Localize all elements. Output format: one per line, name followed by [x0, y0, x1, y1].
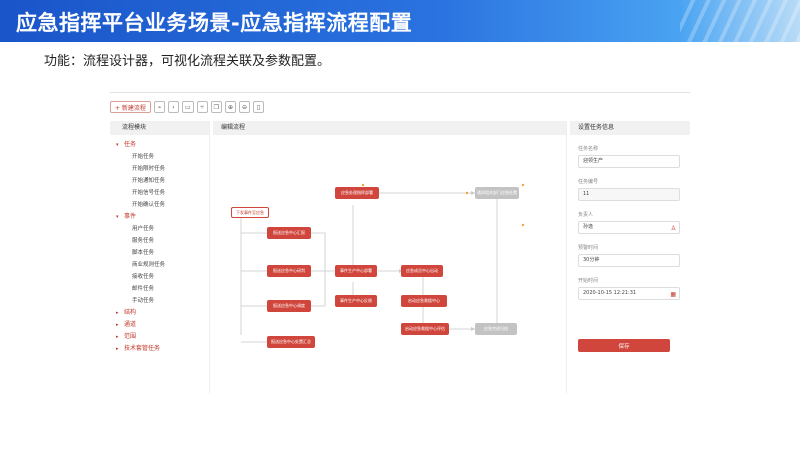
tree-group-task[interactable]: ▾ 任务: [110, 139, 209, 151]
tree-group-scope[interactable]: ▸ 范围: [110, 331, 209, 343]
flow-node-start[interactable]: 下发事件至应急: [231, 207, 269, 218]
task-name-input[interactable]: 迎领生产: [578, 155, 680, 168]
flow-node[interactable]: 启动应急救援中心评估: [401, 323, 449, 335]
task-settings-form: 任务名称 迎领生产 任务编号 11 负责人 孙逸 ♙ 预警时间 30分钟 开始时间…: [578, 135, 680, 300]
task-settings-title: 设置任务信息: [570, 121, 690, 135]
flow-node-disabled[interactable]: 通知相关部门应急处置: [475, 187, 519, 199]
tree-item[interactable]: 开始信号任务: [110, 187, 209, 199]
flow-node[interactable]: 报送应急中心汇报: [267, 227, 311, 239]
slide: 应急指挥平台业务场景-应急指挥流程配置 功能：流程设计器，可视化流程关联及参数配…: [0, 0, 800, 450]
field-label: 预警时间: [578, 245, 599, 251]
banner-decoration: [680, 0, 800, 42]
owner-input[interactable]: 孙逸 ♙: [578, 221, 680, 234]
new-flow-button[interactable]: + 新建流程: [110, 101, 151, 113]
flow-connectors: [235, 183, 525, 343]
tree-item[interactable]: 商业规则任务: [110, 259, 209, 271]
field-label: 负责人: [578, 212, 594, 218]
calendar-icon[interactable]: ▦: [670, 289, 676, 300]
tree-group-structure[interactable]: ▸ 结构: [110, 307, 209, 319]
chevron-right-icon: ▸: [116, 310, 119, 316]
save-button[interactable]: 保存: [578, 339, 670, 352]
tree-group-channel[interactable]: ▸ 通道: [110, 319, 209, 331]
field-label: 开始时间: [578, 278, 599, 284]
chevron-down-icon: ▾: [116, 142, 119, 148]
task-id-input[interactable]: 11: [578, 188, 680, 201]
chevron-right-icon: ▸: [116, 334, 119, 340]
flow-editor-panel: 编辑流程 下发事件至应急 报送应急中心汇报 报送应急中心研判 报送应急中心调度 …: [213, 121, 567, 393]
flow-editor-title: 编辑流程: [213, 121, 566, 135]
chevron-right-icon: ▸: [116, 346, 119, 352]
toolbar: + 新建流程 ⌁ ‹ ▭ ⑂ ❐ ⊕ ⊖ ▯: [110, 101, 265, 115]
back-icon[interactable]: ‹: [167, 101, 179, 113]
start-time-input[interactable]: 2020-10-15 12:21:31 ▦: [578, 287, 680, 300]
tree-group-event[interactable]: ▾ 事件: [110, 211, 209, 223]
tree-item[interactable]: 用户任务: [110, 223, 209, 235]
flow-node[interactable]: 报送应急中心研判: [267, 265, 311, 277]
chevron-down-icon: ▾: [116, 214, 119, 220]
zoom-out-icon[interactable]: ⊖: [239, 101, 251, 113]
tree-group-tech[interactable]: ▸ 技术套管任务: [110, 343, 209, 355]
flow-node[interactable]: 应急成员中心出动: [401, 265, 443, 277]
feature-description: 功能：流程设计器，可视化流程关联及参数配置。: [44, 54, 331, 69]
delete-icon[interactable]: ▯: [253, 101, 265, 113]
user-icon[interactable]: ♙: [671, 223, 676, 234]
warning-time-input[interactable]: 30分钟: [578, 254, 680, 267]
tree-item[interactable]: 开始任务: [110, 151, 209, 163]
layout-icon[interactable]: ▭: [181, 101, 194, 113]
flow-node-disabled[interactable]: 应急完成归档: [475, 323, 517, 335]
task-settings-panel: 设置任务信息 任务名称 迎领生产 任务编号 11 负责人 孙逸 ♙ 预警时间 30…: [570, 121, 690, 393]
branch-icon[interactable]: ⑂: [196, 101, 208, 113]
page-title: 应急指挥平台业务场景-应急指挥流程配置: [16, 11, 413, 35]
copy-icon[interactable]: ❐: [210, 101, 222, 113]
flow-designer-app: + 新建流程 ⌁ ‹ ▭ ⑂ ❐ ⊕ ⊖ ▯ 流程模块 ▾ 任务 开始任务 开始限…: [110, 92, 690, 393]
flow-node[interactable]: 报送应急中心处置汇总: [267, 336, 315, 348]
flow-node[interactable]: 报送应急中心调度: [267, 300, 311, 312]
chevron-right-icon: ▸: [116, 322, 119, 328]
field-label: 任务编号: [578, 179, 599, 185]
tree-item[interactable]: 邮件任务: [110, 283, 209, 295]
tree-item[interactable]: 开始通知任务: [110, 175, 209, 187]
flow-icon[interactable]: ⌁: [153, 101, 165, 113]
module-panel-title: 流程模块: [110, 121, 209, 135]
tree-item[interactable]: 开始限时任务: [110, 163, 209, 175]
flow-node[interactable]: 事件生产中心反馈: [335, 295, 377, 307]
module-panel: 流程模块 ▾ 任务 开始任务 开始限时任务 开始通知任务 开始信号任务 开始确认任…: [110, 121, 210, 393]
flow-canvas[interactable]: 下发事件至应急 报送应急中心汇报 报送应急中心研判 报送应急中心调度 报送应急中…: [213, 135, 567, 393]
tree-item[interactable]: 脚本任务: [110, 247, 209, 259]
flow-node[interactable]: 启动应急救援中心: [401, 295, 447, 307]
flow-node[interactable]: 应急处理指挥部署: [335, 187, 379, 199]
module-tree: ▾ 任务 开始任务 开始限时任务 开始通知任务 开始信号任务 开始确认任务 ▾ 事件…: [110, 135, 209, 355]
tree-item[interactable]: 开始确认任务: [110, 199, 209, 211]
tree-item[interactable]: 服务任务: [110, 235, 209, 247]
flow-node[interactable]: 事件生产中心部署: [335, 265, 377, 277]
zoom-in-icon[interactable]: ⊕: [225, 101, 237, 113]
title-banner: 应急指挥平台业务场景-应急指挥流程配置: [0, 0, 800, 42]
tree-item[interactable]: 手动任务: [110, 295, 209, 307]
field-label: 任务名称: [578, 146, 599, 152]
tree-item[interactable]: 接收任务: [110, 271, 209, 283]
